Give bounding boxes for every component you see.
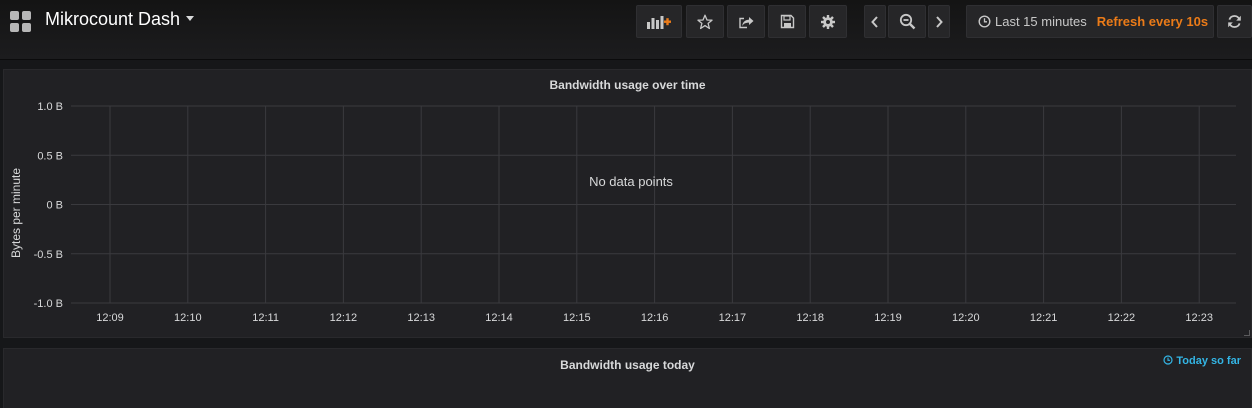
time-shift-forward-button[interactable] xyxy=(928,5,950,38)
refresh-interval-label: Refresh every 10s xyxy=(1096,14,1209,29)
refresh-button[interactable] xyxy=(1217,5,1252,38)
y-axis-label: Bytes per minute xyxy=(9,168,23,258)
gear-icon xyxy=(821,14,835,29)
x-tick-label: 12:13 xyxy=(407,312,435,324)
x-tick-label: 12:22 xyxy=(1108,312,1136,324)
add-panel-icon xyxy=(647,15,671,29)
bandwidth-graph: 1.0 B 0.5 B 0 B -0.5 B -1.0 B 12:09 12:10 12:1… xyxy=(9,101,1236,324)
save-button[interactable] xyxy=(768,5,806,38)
no-data-message: No data points xyxy=(589,174,673,189)
x-tick-label: 12:19 xyxy=(874,312,902,324)
x-tick-label: 12:16 xyxy=(641,312,669,324)
grafana-logo-icon[interactable] xyxy=(10,11,32,33)
x-tick-label: 12:17 xyxy=(719,312,747,324)
share-button[interactable] xyxy=(727,5,765,38)
x-tick-label: 12:09 xyxy=(96,312,124,324)
y-tick-label: 0.5 B xyxy=(37,150,63,162)
chevron-right-icon xyxy=(936,15,943,28)
caret-down-icon xyxy=(186,15,195,21)
x-tick-label: 12:21 xyxy=(1030,312,1058,324)
x-tick-label: 12:12 xyxy=(330,312,358,324)
time-picker-button[interactable]: Last 15 minutes Refresh every 10s xyxy=(966,5,1214,38)
chevron-left-icon xyxy=(871,15,878,28)
panel-resize-handle[interactable] xyxy=(1244,330,1250,336)
graph-panel: Bandwidth usage over time 1.0 B 0.5 B0 B-… xyxy=(3,69,1252,338)
dashboard-title: Mikrocount Dash xyxy=(45,9,181,29)
clock-icon xyxy=(978,15,991,28)
y-tick-label: 0 B xyxy=(46,200,63,212)
zoom-out-icon xyxy=(899,13,915,30)
x-tick-label: 12:11 xyxy=(252,312,279,324)
dashboard-title-dropdown[interactable]: Mikrocount Dash xyxy=(45,9,195,30)
x-tick-label: 12:18 xyxy=(796,312,824,324)
time-info-badge: Today so far xyxy=(1163,355,1241,367)
add-panel-button[interactable] xyxy=(636,5,682,38)
share-icon xyxy=(738,16,753,28)
clock-icon xyxy=(1163,355,1173,365)
x-tick-label: 12:10 xyxy=(174,312,202,324)
star-button[interactable] xyxy=(686,5,724,38)
x-tick-label: 12:14 xyxy=(485,312,513,324)
x-tick-label: 12:23 xyxy=(1185,312,1213,324)
panel-title[interactable]: Bandwidth usage today xyxy=(4,358,1251,372)
zoom-out-button[interactable] xyxy=(888,5,926,38)
y-tick-label: 1.0 B xyxy=(37,101,63,113)
today-panel: Bandwidth usage today Today so far xyxy=(3,348,1252,408)
settings-button[interactable] xyxy=(809,5,847,38)
x-tick-label: 12:20 xyxy=(952,312,980,324)
save-icon xyxy=(780,14,794,29)
refresh-icon xyxy=(1228,15,1241,28)
x-tick-label: 12:15 xyxy=(563,312,591,324)
time-info-label: Today so far xyxy=(1176,355,1241,367)
top-navbar: Mikrocount Dash Last 15 minutes Refresh … xyxy=(0,0,1252,60)
y-tick-label: -0.5 B xyxy=(34,249,63,261)
time-range-label: Last 15 minutes xyxy=(995,14,1087,29)
y-tick-label: -1.0 B xyxy=(34,298,63,310)
star-icon xyxy=(697,14,713,29)
time-shift-back-button[interactable] xyxy=(864,5,886,38)
